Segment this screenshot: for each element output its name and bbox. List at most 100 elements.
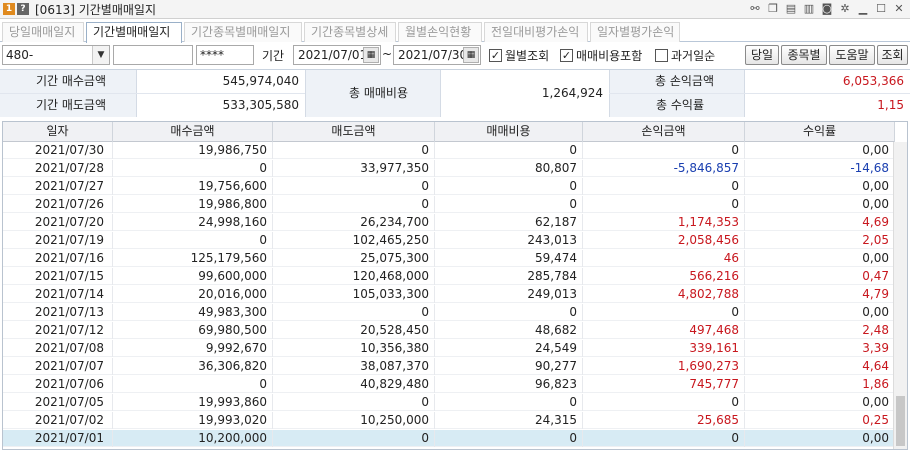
tab-period-stock-detail[interactable]: 기간종목별상세 (304, 22, 396, 42)
column-header-sell[interactable]: 매도금액 (273, 122, 435, 142)
table-row[interactable]: 2021/07/26 19,986,800 0 0 0 0,00 (3, 196, 895, 213)
chevron-down-icon[interactable]: ▼ (92, 46, 109, 64)
calendar-icon[interactable]: ▦ (463, 47, 479, 63)
cell-sell: 20,528,450 (273, 322, 435, 339)
cell-date: 2021/07/30 (3, 142, 113, 159)
password-field[interactable]: **** (196, 45, 254, 65)
table-row[interactable]: 2021/07/01 10,200,000 0 0 0 0,00 (3, 430, 895, 447)
table-row[interactable]: 2021/07/20 24,998,160 26,234,700 62,187 1,17… (3, 214, 895, 231)
column-header-date[interactable]: 일자 (3, 122, 113, 142)
column-header-pl[interactable]: 손익금액 (583, 122, 745, 142)
cell-buy: 19,986,800 (113, 196, 273, 213)
past-order-checkbox-label: 과거일순 (671, 49, 716, 63)
query-button[interactable]: 조회 (877, 45, 908, 65)
cell-pl: 1,174,353 (583, 214, 745, 231)
cell-date: 2021/07/20 (3, 214, 113, 231)
cell-buy: 24,998,160 (113, 214, 273, 231)
cell-buy: 36,306,820 (113, 358, 273, 375)
tab-monthly-pl[interactable]: 월별손익현황 (398, 22, 482, 42)
cell-buy: 99,600,000 (113, 268, 273, 285)
by-stock-button[interactable]: 종목별 (781, 45, 827, 65)
cell-date: 2021/07/13 (3, 304, 113, 321)
table-row[interactable]: 2021/07/15 99,600,000 120,468,000 285,784 56… (3, 268, 895, 285)
camera-icon[interactable]: ◙ (820, 2, 834, 16)
gear-icon[interactable]: ✲ (838, 2, 852, 16)
checkbox-empty-icon (655, 49, 668, 62)
cell-sell: 120,468,000 (273, 268, 435, 285)
minimize-icon[interactable]: ▁ (856, 2, 870, 16)
cell-date: 2021/07/16 (3, 250, 113, 267)
cell-pl: 4,802,788 (583, 286, 745, 303)
tab-daily-journal[interactable]: 당일매매일지 (2, 22, 84, 42)
column-header-rate[interactable]: 수익률 (745, 122, 895, 142)
table-row[interactable]: 2021/07/14 20,016,000 105,033,300 249,013 4,… (3, 286, 895, 303)
cell-rate: 0,00 (745, 196, 895, 213)
table-row[interactable]: 2021/07/30 19,986,750 0 0 0 0,00 (3, 142, 895, 159)
print-icon[interactable]: ▥ (802, 2, 816, 16)
cell-pl: 0 (583, 394, 745, 411)
cell-fee: 80,807 (435, 160, 583, 177)
cell-rate: 0,00 (745, 430, 895, 447)
close-icon[interactable]: ✕ (892, 2, 906, 16)
copy-icon[interactable]: ❐ (766, 2, 780, 16)
table-row[interactable]: 2021/07/19 0 102,465,250 243,013 2,058,456 2,… (3, 232, 895, 249)
fee-include-checkbox[interactable]: ✓ 매매비용포함 (560, 47, 642, 64)
window-number-badge[interactable]: 1 (3, 3, 15, 15)
cell-pl: 745,777 (583, 376, 745, 393)
date-from-field[interactable]: 2021/07/01 ▦ (293, 45, 381, 65)
tab-period-stock-journal[interactable]: 기간종목별매매일지 (184, 22, 302, 42)
help-button[interactable]: 도움말 (829, 45, 875, 65)
cell-pl: 0 (583, 142, 745, 159)
cell-pl: 25,685 (583, 412, 745, 429)
cell-sell: 38,087,370 (273, 358, 435, 375)
cell-buy: 20,016,000 (113, 286, 273, 303)
journal-table[interactable]: 일자 매수금액 매도금액 매매비용 손익금액 수익률 2021/07/30 19,… (2, 121, 908, 450)
tab-period-journal[interactable]: 기간별매매일지 (86, 22, 182, 43)
tab-daily-eval[interactable]: 일자별평가손익 (590, 22, 680, 42)
cell-rate: -14,68 (745, 160, 895, 177)
table-row[interactable]: 2021/07/02 19,993,020 10,250,000 24,315 25,6… (3, 412, 895, 429)
table-row[interactable]: 2021/07/06 0 40,829,480 96,823 745,777 1,86 (3, 376, 895, 393)
tab-prev-day-eval[interactable]: 전일대비평가손익 (484, 22, 588, 42)
scrollbar-thumb[interactable] (896, 396, 905, 446)
calendar-icon[interactable]: ▦ (363, 47, 379, 63)
table-row[interactable]: 2021/07/13 49,983,300 0 0 0 0,00 (3, 304, 895, 321)
cell-sell: 10,250,000 (273, 412, 435, 429)
cell-pl: 46 (583, 250, 745, 267)
table-row[interactable]: 2021/07/08 9,992,670 10,356,380 24,549 339,1… (3, 340, 895, 357)
cell-pl: -5,846,857 (583, 160, 745, 177)
today-button[interactable]: 당일 (745, 45, 779, 65)
table-row[interactable]: 2021/07/12 69,980,500 20,528,450 48,682 497,… (3, 322, 895, 339)
cell-rate: 0,00 (745, 250, 895, 267)
help-badge[interactable]: ? (17, 3, 29, 15)
cell-sell: 25,075,300 (273, 250, 435, 267)
table-row[interactable]: 2021/07/07 36,306,820 38,087,370 90,277 1,69… (3, 358, 895, 375)
table-row[interactable]: 2021/07/27 19,756,600 0 0 0 0,00 (3, 178, 895, 195)
cell-fee: 0 (435, 196, 583, 213)
account-select[interactable]: 480- ▼ (2, 45, 110, 65)
link-icon[interactable]: ⚯ (748, 2, 762, 16)
column-header-buy[interactable]: 매수금액 (113, 122, 273, 142)
total-rate-value: 1,15 (745, 94, 910, 117)
table-row[interactable]: 2021/07/28 0 33,977,350 80,807 -5,846,857 -14… (3, 160, 895, 177)
maximize-icon[interactable]: ☐ (874, 2, 888, 16)
cell-sell: 40,829,480 (273, 376, 435, 393)
cell-buy: 9,992,670 (113, 340, 273, 357)
account-name-field[interactable] (113, 45, 193, 65)
date-to-field[interactable]: 2021/07/30 ▦ (393, 45, 481, 65)
column-header-fee[interactable]: 매매비용 (435, 122, 583, 142)
cell-rate: 4,69 (745, 214, 895, 231)
cell-date: 2021/07/12 (3, 322, 113, 339)
window-controls: ⚯ ❐ ▤ ▥ ◙ ✲ ▁ ☐ ✕ (748, 2, 906, 16)
monthly-checkbox[interactable]: ✓ 월별조회 (489, 47, 549, 64)
vertical-scrollbar[interactable] (893, 142, 907, 449)
document-icon[interactable]: ▤ (784, 2, 798, 16)
past-order-checkbox[interactable]: 과거일순 (655, 47, 715, 64)
table-row[interactable]: 2021/07/05 19,993,860 0 0 0 0,00 (3, 394, 895, 411)
cell-pl: 497,468 (583, 322, 745, 339)
window-title: [0613] 기간별매매일지 (35, 2, 156, 17)
account-value: 480- (6, 48, 34, 62)
cell-date: 2021/07/14 (3, 286, 113, 303)
total-fee-value: 1,264,924 (441, 70, 609, 117)
table-row[interactable]: 2021/07/16 125,179,560 25,075,300 59,474 46 0… (3, 250, 895, 267)
